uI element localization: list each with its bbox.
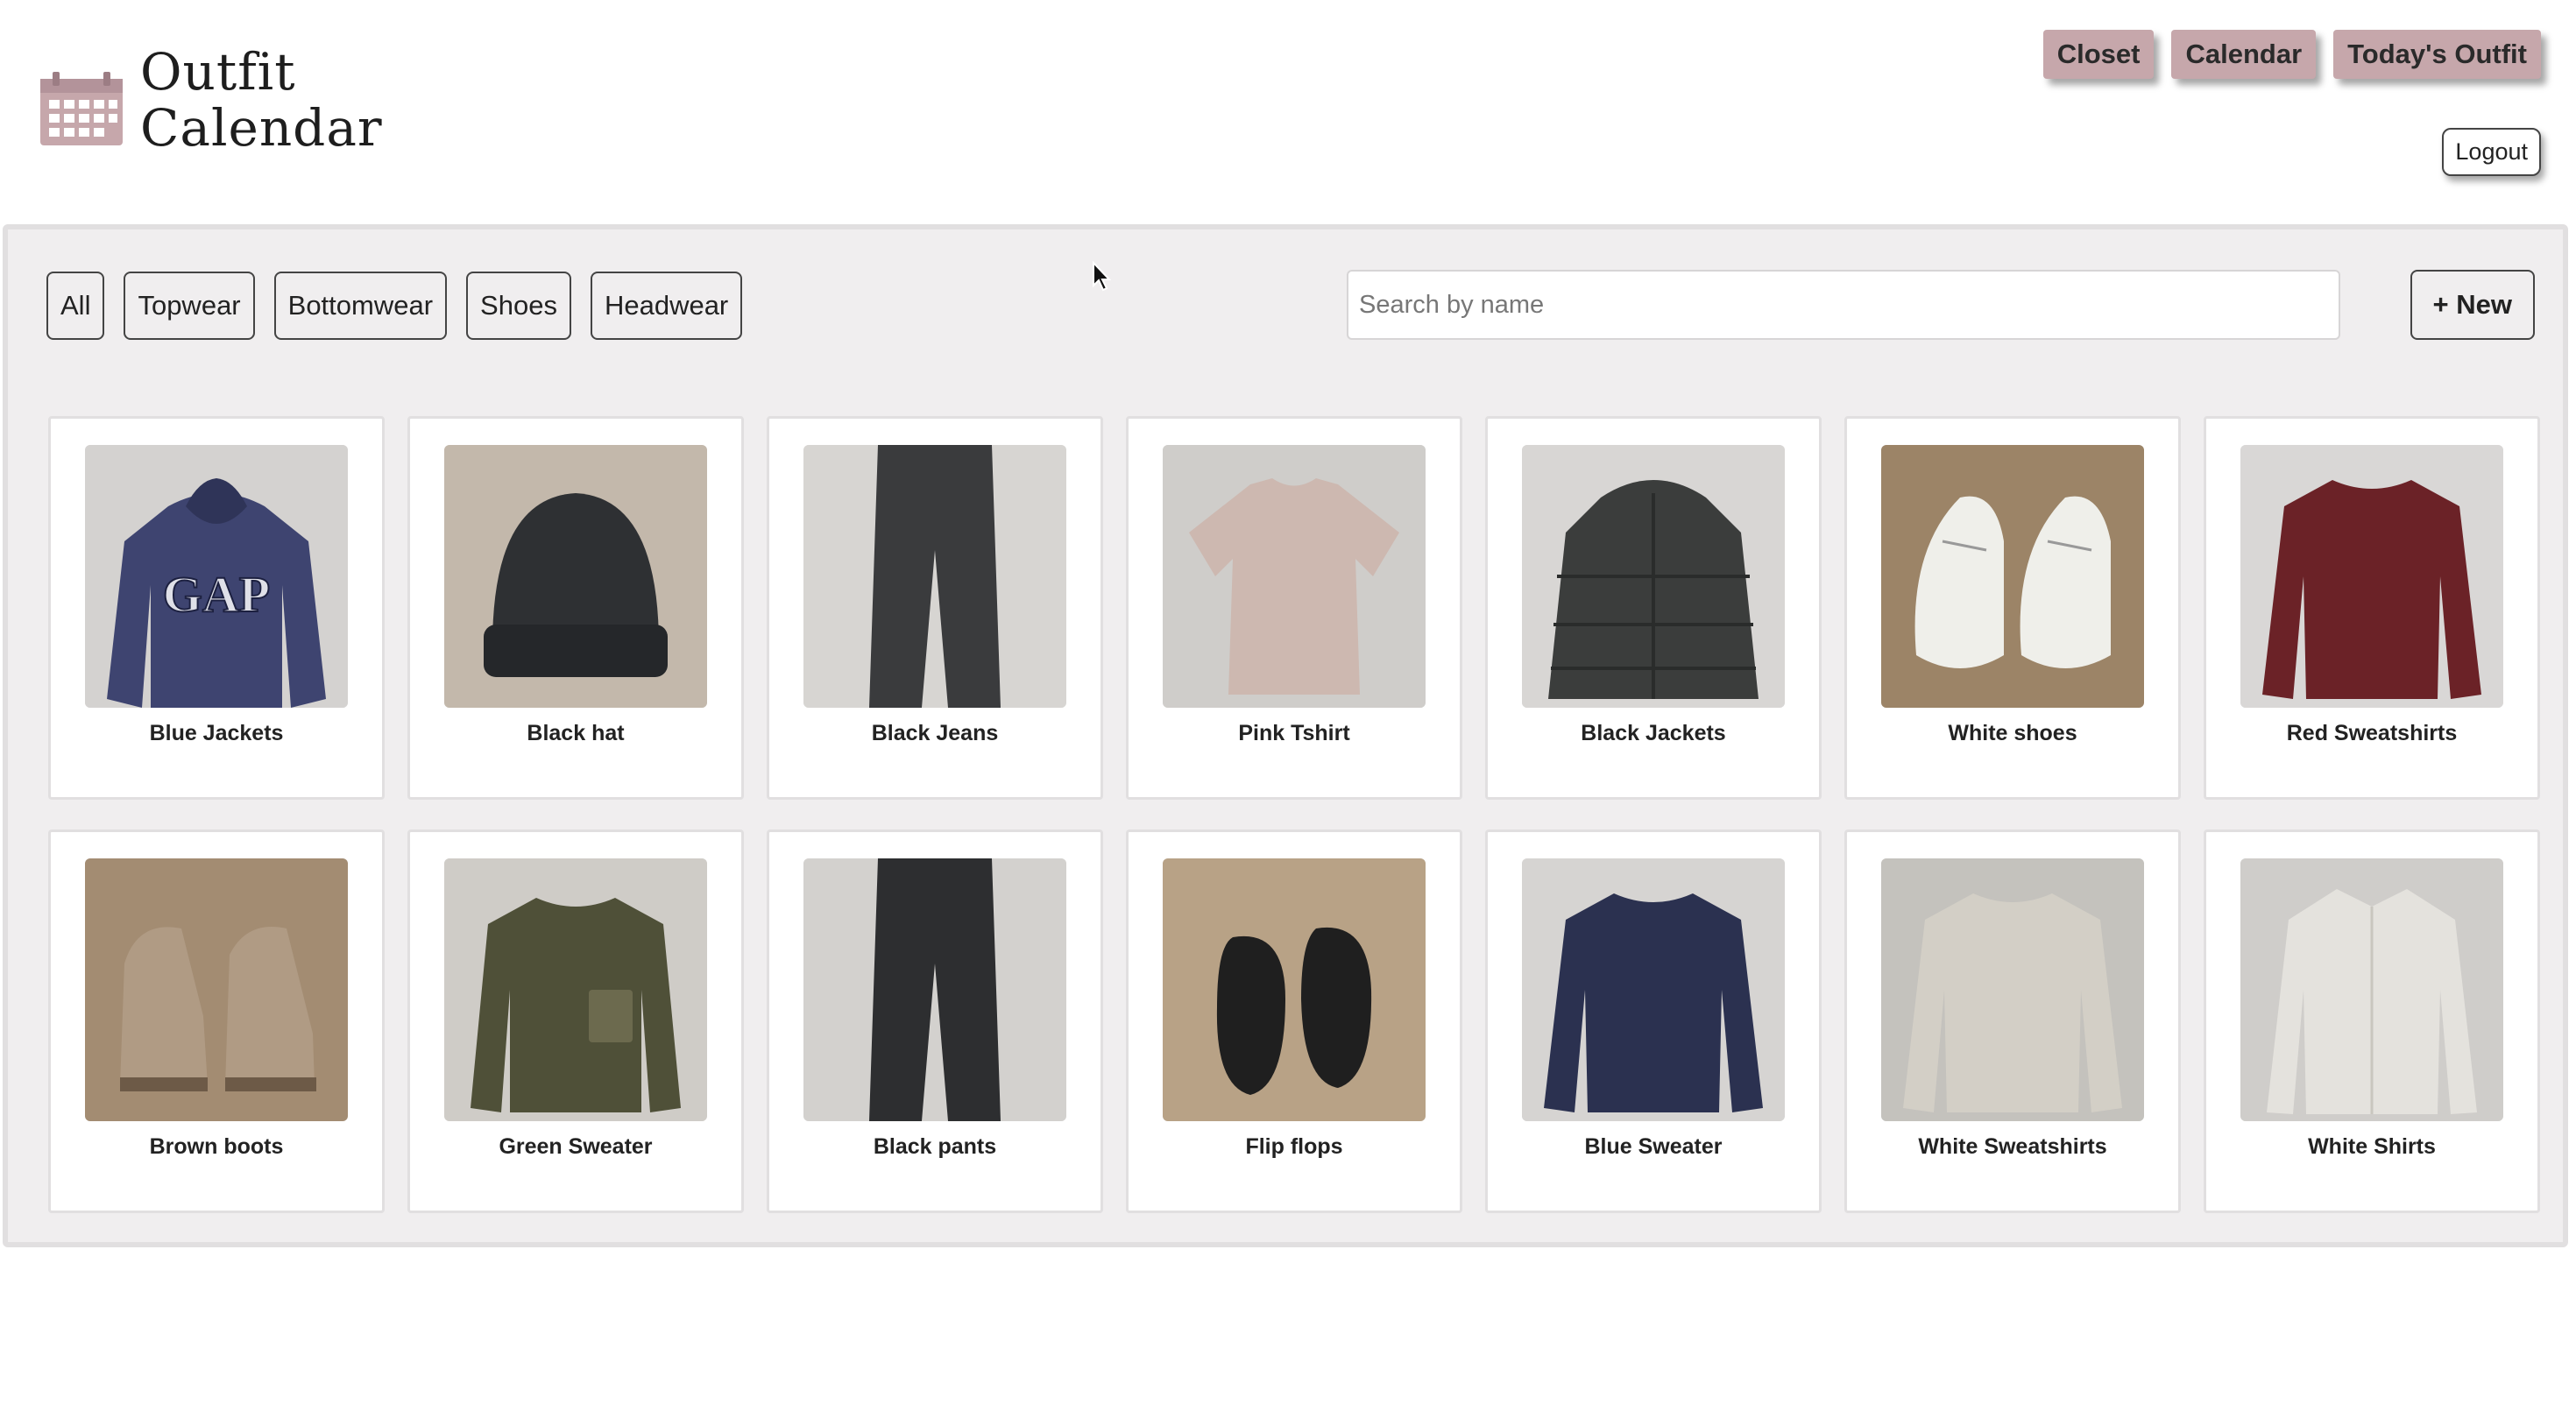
filter-all[interactable]: All: [46, 272, 105, 340]
clothing-card-black-pants[interactable]: Black pants: [767, 829, 1103, 1213]
category-filters: All Topwear Bottomwear Shoes Headwear: [46, 272, 743, 340]
clothing-card-blue-jackets[interactable]: GAP Blue Jackets: [48, 416, 385, 800]
clothing-name: Red Sweatshirts: [2286, 721, 2458, 745]
todays-outfit-button[interactable]: Today's Outfit: [2333, 30, 2541, 79]
clothing-photo: [803, 445, 1066, 708]
clothing-photo: [1163, 858, 1426, 1121]
closet-panel: All Topwear Bottomwear Shoes Headwear + …: [3, 224, 2568, 1247]
clothing-name: Flip flops: [1245, 1134, 1343, 1159]
clothing-photo: [85, 858, 348, 1121]
filter-bottomwear[interactable]: Bottomwear: [273, 272, 448, 340]
clothing-card-white-shoes[interactable]: White shoes: [1844, 416, 2181, 800]
clothing-photo: [1522, 445, 1785, 708]
mouse-cursor-icon: [1093, 261, 1111, 292]
app-title: Outfit Calendar: [140, 44, 383, 156]
calendar-icon: [40, 72, 123, 145]
svg-text:GAP: GAP: [163, 566, 270, 623]
clothing-name: White shoes: [1948, 721, 2077, 745]
clothing-grid: GAP Blue Jackets Black hat Black Jeans P: [48, 416, 2540, 1213]
clothing-card-green-sweater[interactable]: Green Sweater: [407, 829, 744, 1213]
clothing-photo: [2240, 858, 2503, 1121]
clothing-photo: [803, 858, 1066, 1121]
clothing-name: Black Jeans: [871, 721, 999, 745]
clothing-name: White Shirts: [2308, 1134, 2436, 1159]
clothing-name: Black Jackets: [1581, 721, 1726, 745]
top-nav: Closet Calendar Today's Outfit: [2042, 30, 2541, 79]
clothing-card-black-jeans[interactable]: Black Jeans: [767, 416, 1103, 800]
clothing-photo: GAP: [85, 445, 348, 708]
closet-button[interactable]: Closet: [2042, 30, 2155, 79]
clothing-photo: [1881, 445, 2144, 708]
clothing-name: Black pants: [873, 1134, 997, 1159]
filter-topwear[interactable]: Topwear: [124, 272, 255, 340]
clothing-photo: [1522, 858, 1785, 1121]
clothing-photo: [1881, 858, 2144, 1121]
clothing-name: Brown boots: [149, 1134, 284, 1159]
clothing-photo: [444, 858, 707, 1121]
clothing-card-black-jackets[interactable]: Black Jackets: [1485, 416, 1822, 800]
clothing-photo: [444, 445, 707, 708]
logout-button[interactable]: Logout: [2442, 128, 2541, 176]
clothing-name: White Sweatshirts: [1918, 1134, 2107, 1159]
filter-headwear[interactable]: Headwear: [590, 272, 743, 340]
app-title-line1: Outfit: [140, 42, 296, 102]
clothing-card-brown-boots[interactable]: Brown boots: [48, 829, 385, 1213]
clothing-name: Green Sweater: [499, 1134, 653, 1159]
calendar-button[interactable]: Calendar: [2171, 30, 2317, 79]
clothing-card-white-sweatshirts[interactable]: White Sweatshirts: [1844, 829, 2181, 1213]
clothing-card-blue-sweater[interactable]: Blue Sweater: [1485, 829, 1822, 1213]
clothing-name: Blue Sweater: [1584, 1134, 1723, 1159]
clothing-card-pink-tshirt[interactable]: Pink Tshirt: [1126, 416, 1462, 800]
clothing-card-flip-flops[interactable]: Flip flops: [1126, 829, 1462, 1213]
filter-shoes[interactable]: Shoes: [466, 272, 571, 340]
clothing-name: Pink Tshirt: [1238, 721, 1350, 745]
clothing-photo: [2240, 445, 2503, 708]
clothing-name: Black hat: [527, 721, 625, 745]
app-logo: Outfit Calendar: [39, 44, 383, 156]
new-item-button[interactable]: + New: [2410, 270, 2535, 340]
clothing-card-black-hat[interactable]: Black hat: [407, 416, 744, 800]
clothing-photo: [1163, 445, 1426, 708]
app-title-line2: Calendar: [140, 98, 383, 158]
clothing-card-white-shirts[interactable]: White Shirts: [2204, 829, 2540, 1213]
clothing-card-red-sweatshirts[interactable]: Red Sweatshirts: [2204, 416, 2540, 800]
search-input[interactable]: [1347, 270, 2340, 340]
clothing-name: Blue Jackets: [149, 721, 284, 745]
